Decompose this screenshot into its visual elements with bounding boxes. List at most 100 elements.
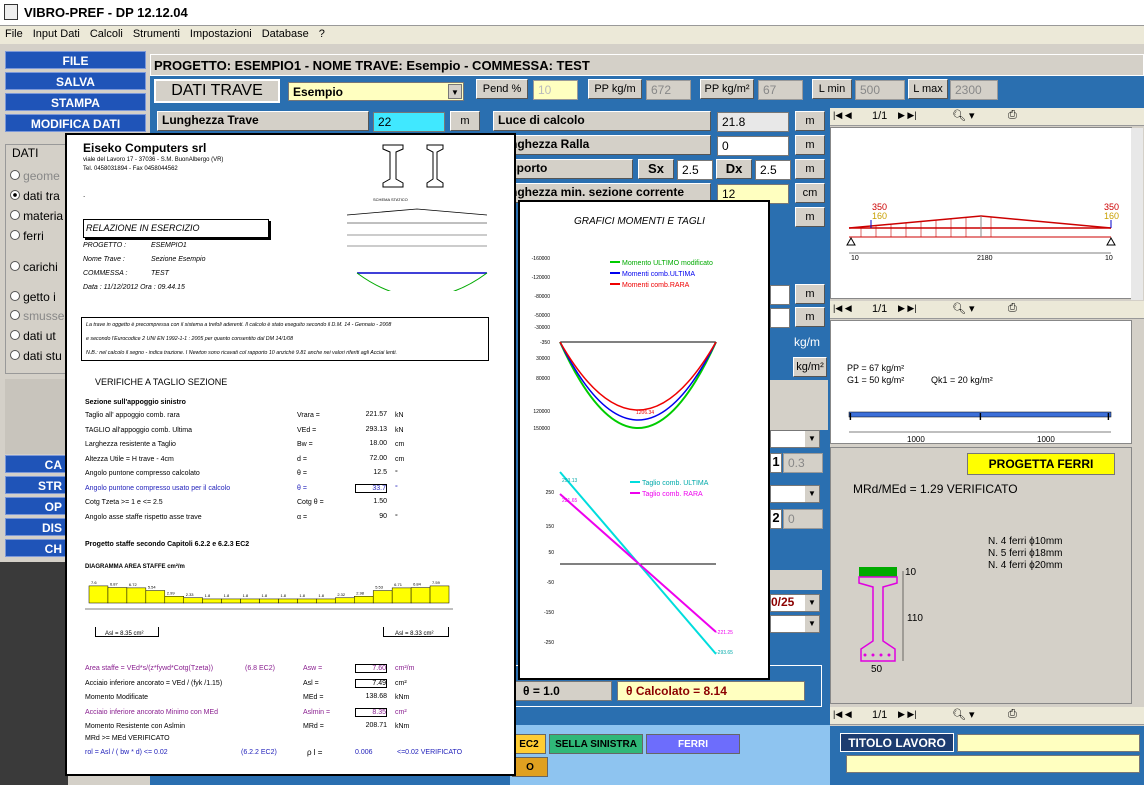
zoom-search-icon[interactable]: 🔍︎ ▾ xyxy=(952,708,975,721)
str-button[interactable]: STR xyxy=(5,476,67,494)
staffe-bar xyxy=(297,598,317,604)
o-button[interactable]: O xyxy=(512,757,548,777)
luce-unit: m xyxy=(795,111,825,131)
val-2-field[interactable]: 2 xyxy=(770,509,782,529)
unit-m-3: m xyxy=(795,307,825,327)
verifica-row-symbol: θ = xyxy=(297,484,307,492)
chevron-down-icon[interactable]: ▼ xyxy=(805,431,819,447)
luce-field[interactable]: 21.8 xyxy=(717,112,789,132)
lmax-field[interactable]: 2300 xyxy=(950,80,998,100)
zoom-search-icon[interactable]: 🔍︎ ▾ xyxy=(952,302,975,315)
radio-ferri[interactable]: ferri xyxy=(10,229,44,243)
rck-select[interactable]: 0/25 ▼ xyxy=(770,594,820,612)
nav-last-icon[interactable]: ▶ ▶| xyxy=(898,303,917,314)
svg-text:I: I xyxy=(1107,412,1110,423)
radio-smussi[interactable]: smusse xyxy=(10,309,64,323)
radio-dati-stu[interactable]: dati stu xyxy=(10,349,62,363)
ca-button[interactable]: CA xyxy=(5,455,67,473)
beam-load-svg: I I I 1000 1000 xyxy=(848,411,1112,444)
sx-field[interactable]: 2.5 xyxy=(677,160,713,180)
staffe-bar xyxy=(126,587,147,604)
v-label-3: -221.25 xyxy=(716,630,733,636)
stampa-button[interactable]: STAMPA xyxy=(5,93,146,111)
print-icon[interactable]: ⎙ xyxy=(1008,708,1017,721)
radio-getto[interactable]: getto i xyxy=(10,290,56,304)
menu-calcoli[interactable]: Calcoli xyxy=(85,26,128,40)
pane1-scrollbar[interactable] xyxy=(1131,128,1143,300)
menu-input-dati[interactable]: Input Dati xyxy=(28,26,85,40)
lmin-field[interactable]: 500 xyxy=(855,80,905,100)
verifica-row-value: 90 xyxy=(379,512,387,520)
pp-kgm2-field[interactable]: 67 xyxy=(758,80,803,100)
field-blank-2[interactable] xyxy=(770,308,790,328)
ch-button[interactable]: CH xyxy=(5,539,67,557)
ralla-field[interactable]: 0 xyxy=(717,136,789,156)
field-blank-1[interactable] xyxy=(770,285,790,305)
menu-strumenti[interactable]: Strumenti xyxy=(128,26,185,40)
modifica-dati-button[interactable]: MODIFICA DATI xyxy=(5,114,146,132)
file-button[interactable]: FILE xyxy=(5,51,146,69)
dis-button[interactable]: DIS xyxy=(5,518,67,536)
menu-file[interactable]: File xyxy=(0,26,28,40)
radio-materiali[interactable]: materia xyxy=(10,209,63,223)
staffe-bar-label: 1.8 xyxy=(318,593,324,598)
radio-carichi[interactable]: carichi xyxy=(10,260,58,274)
nav-first-icon[interactable]: |◀ ◀ xyxy=(833,709,852,720)
print-icon[interactable]: ⎙ xyxy=(1008,109,1017,122)
radio-label: smusse xyxy=(23,309,65,323)
lunghezza-field[interactable]: 22 xyxy=(373,112,445,132)
verifica-row-unit: ° xyxy=(395,470,398,477)
progetta-ferri-button[interactable]: PROGETTA FERRI xyxy=(967,453,1115,475)
menu-impostazioni[interactable]: Impostazioni xyxy=(185,26,257,40)
tick-m4: -30000 xyxy=(534,325,550,331)
val-1-field[interactable]: 1 xyxy=(770,453,782,473)
chevron-down-icon[interactable]: ▼ xyxy=(805,486,819,502)
staffe-bar xyxy=(164,596,184,604)
select-b[interactable]: ▼ xyxy=(770,485,820,503)
chevron-down-icon[interactable]: ▼ xyxy=(805,616,819,632)
salva-button[interactable]: SALVA xyxy=(5,72,146,90)
menu-database[interactable]: Database xyxy=(257,26,314,40)
pend-field[interactable]: 10 xyxy=(533,80,578,100)
print-icon[interactable]: ⎙ xyxy=(1008,302,1017,315)
dx-field[interactable]: 2.5 xyxy=(755,160,791,180)
chevron-down-icon[interactable]: ▼ xyxy=(805,595,819,611)
graph-window: GRAFICI MOMENTI E TAGLI -160000 -120000 … xyxy=(518,200,770,680)
pane1-canvas: 350 160 350 160 2180 10 10 xyxy=(830,127,1143,300)
tick-m5: -350 xyxy=(540,340,550,346)
verifica-row-unit: cm xyxy=(395,441,405,448)
relazione-box: RELAZIONE IN ESERCIZIO xyxy=(83,219,269,238)
radio-geome[interactable]: geome xyxy=(10,169,60,183)
op-button[interactable]: OP xyxy=(5,497,67,515)
select-a[interactable]: ▼ xyxy=(770,430,820,448)
radio-dati-ut[interactable]: dati ut xyxy=(10,329,56,343)
nav-first-icon[interactable]: |◀ ◀ xyxy=(833,303,852,314)
radio-icon xyxy=(10,170,20,180)
nav-first-icon[interactable]: |◀ ◀ xyxy=(833,110,852,121)
area-row-value: 8.35 xyxy=(355,707,387,717)
tick-m6: 30000 xyxy=(536,356,550,362)
select-c[interactable]: ▼ xyxy=(770,615,820,633)
staffe-bar xyxy=(354,596,374,604)
titolo-lavoro-field-2[interactable] xyxy=(846,755,1140,773)
radio-dati-trave[interactable]: dati tra xyxy=(10,189,60,203)
pp-kgm-field[interactable]: 672 xyxy=(646,80,691,100)
nav-last-icon[interactable]: ▶ ▶| xyxy=(898,709,917,720)
val-0-field[interactable]: 0 xyxy=(783,509,823,529)
tick-v0: 250 xyxy=(546,490,555,496)
section-title: VERIFICHE A TAGLIO SEZIONE xyxy=(95,377,228,387)
val-03-field[interactable]: 0.3 xyxy=(783,453,823,473)
verifica-row-value: 293.13 xyxy=(365,425,387,433)
sella-sinistra-button[interactable]: SELLA SINISTRA xyxy=(549,734,643,754)
nav-last-icon[interactable]: ▶ ▶| xyxy=(898,110,917,121)
zoom-search-icon[interactable]: 🔍︎ ▾ xyxy=(952,109,975,122)
ec2-button[interactable]: EC2 xyxy=(512,734,546,754)
chevron-down-icon[interactable]: ▼ xyxy=(448,84,462,99)
titolo-lavoro-field[interactable] xyxy=(957,734,1140,752)
v-label-1: 293.13 xyxy=(562,478,578,484)
ferri-button[interactable]: FERRI xyxy=(646,734,740,754)
tick-m8: 120000 xyxy=(533,409,550,415)
trave-select[interactable]: Esempio ▼ xyxy=(288,82,464,101)
verifica-row-value: 33.7 xyxy=(355,483,387,493)
menu-help[interactable]: ? xyxy=(314,26,330,40)
